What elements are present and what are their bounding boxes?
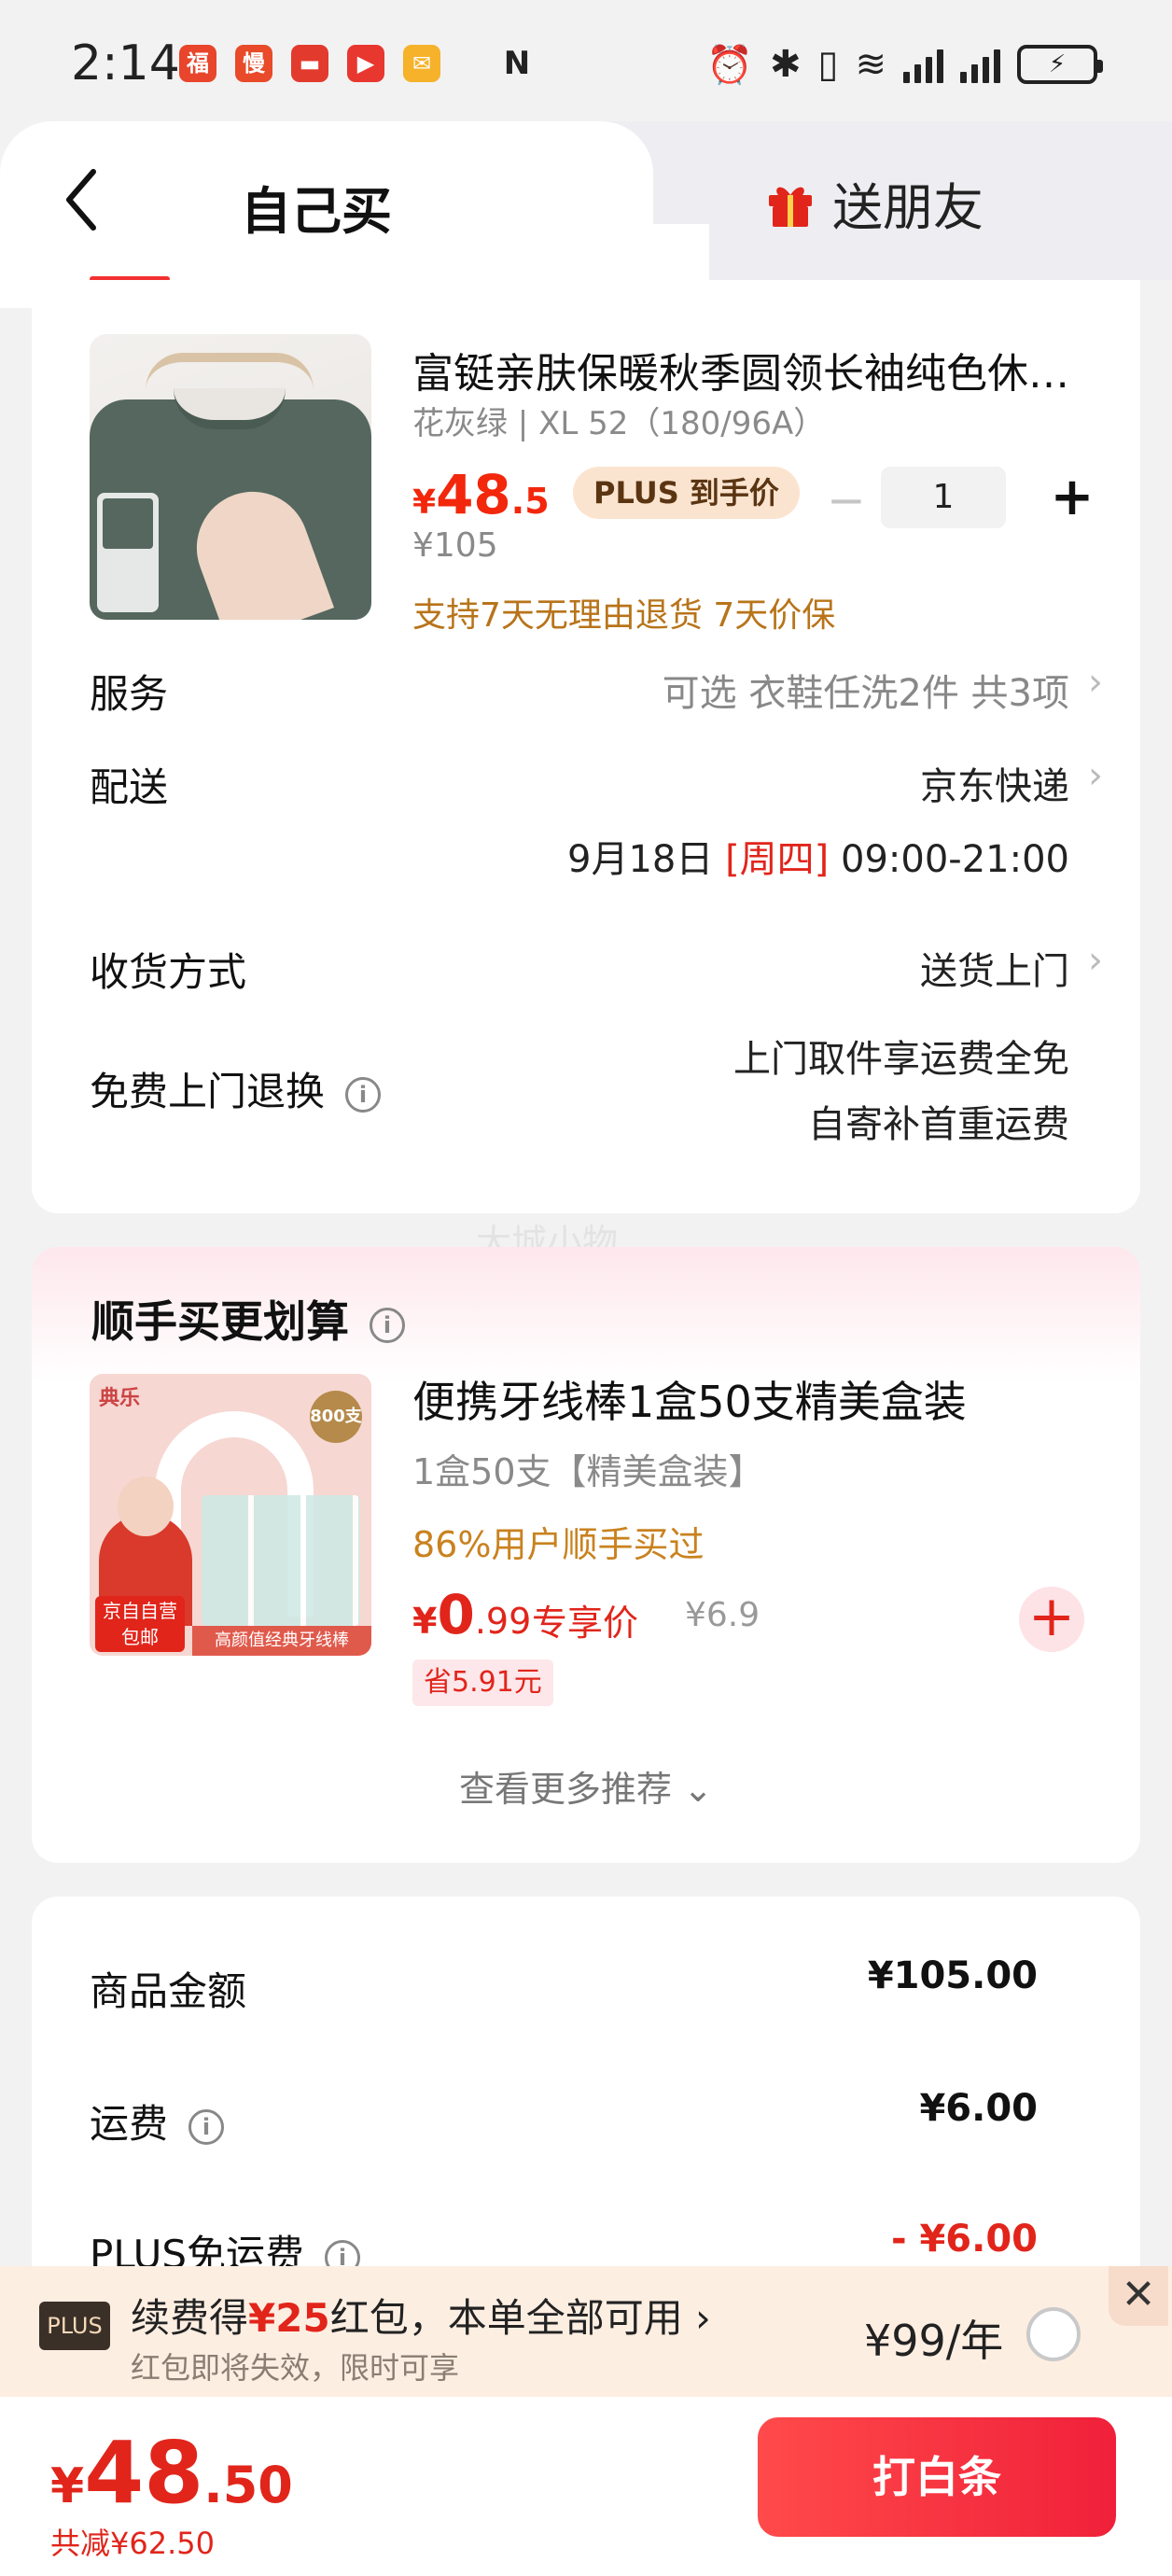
product-title[interactable]: 富铤亲肤保暖秋季圆领长袖纯色休闲针织衫 (412, 340, 1103, 399)
recommend-product-name[interactable]: 便携牙线棒1盒50支精美盒装 (412, 1368, 967, 1430)
signal-icon-2 (960, 46, 1000, 83)
tab-gift-label: 送朋友 (832, 178, 984, 237)
total-discount[interactable]: 共减¥62.50 (50, 2520, 215, 2563)
status-icons: ⏰ ✱ ▯ ≋ ⚡ (706, 41, 1103, 88)
gift-icon (769, 187, 812, 227)
service-value[interactable]: 可选 衣鞋任洗2件 共3项 (663, 663, 1069, 717)
more-recommendations-link[interactable]: 查看更多推荐 ⌄ (32, 1760, 1140, 1812)
info-icon[interactable]: i (370, 1307, 405, 1343)
service-chevron-icon[interactable]: › (1088, 661, 1103, 704)
free-return-details: 上门取件享运费全免 自寄补首重运费 (733, 1038, 1069, 1146)
recommend-title: 顺手买更划算 i (91, 1288, 405, 1350)
recommend-original-price: ¥6.9 (685, 1596, 760, 1634)
plus-renewal-radio[interactable] (1026, 2307, 1081, 2361)
alarm-icon: ⏰ (706, 43, 753, 87)
goods-amount-label: 商品金额 (90, 1968, 247, 2014)
status-time: 2:14 (71, 35, 180, 91)
close-icon[interactable]: ✕ (1109, 2266, 1168, 2326)
receive-method-label: 收货方式 (90, 949, 247, 995)
freight-value: ¥6.00 (919, 2087, 1038, 2130)
product-spec[interactable]: 花灰绿 | XL 52（180/96A） (412, 398, 825, 443)
receive-method-value[interactable]: 送货上门 (920, 941, 1069, 995)
delivery-chevron-icon[interactable]: › (1088, 754, 1103, 797)
delivery-date[interactable]: 9月18日 [周四] 09:00-21:00 (567, 829, 1069, 883)
service-label: 服务 (90, 671, 169, 717)
checkout-bar: ¥ 48 .50 共减¥62.50 打白条 (0, 2397, 1172, 2576)
plus-renewal-subtext: 红包即将失效，限时可享 (131, 2350, 460, 2386)
quantity-input[interactable]: 1 (881, 467, 1006, 528)
app-icon-5: ✉ (403, 45, 440, 82)
signal-icon-1 (903, 46, 943, 83)
app-icon-1: 福 (179, 45, 216, 82)
battery-charging-icon: ⚡ (1017, 45, 1103, 84)
recommend-card: 顺手买更划算 i 典乐 800支 京自自营 包邮 高颜值经典牙线棒 便携牙线棒1盒… (32, 1247, 1140, 1863)
app-icon-4: ▶ (347, 45, 384, 82)
tab-gift-friend[interactable]: 送朋友 (765, 166, 984, 240)
product-price: ¥ 48 .5 (412, 463, 550, 526)
vibrate-icon: ▯ (817, 43, 839, 86)
tab-self-buy-label: 自己买 (241, 182, 392, 241)
recommend-bought-ratio: 86%用户顺手买过 (412, 1524, 705, 1565)
status-bar: 2:14 福 慢 ▬ ▶ ✉ N ⏰ ✱ ▯ ≋ ⚡ (0, 0, 1172, 121)
purchase-tabs: 自己买 送朋友 (0, 121, 1172, 308)
nfc-icon: N (503, 45, 531, 82)
recommend-product-spec: 1盒50支【精美盒装】 (412, 1451, 764, 1492)
total-price: ¥ 48 .50 (50, 2423, 293, 2523)
recommend-save-badge: 省5.91元 (412, 1659, 553, 1706)
plus-logo: PLUS (39, 2302, 110, 2350)
info-icon[interactable]: i (345, 1076, 382, 1113)
quantity-decrease-button[interactable]: − (814, 472, 879, 534)
recommend-price: ¥ 0 .99 (412, 1583, 532, 1646)
goods-amount-value: ¥105.00 (867, 1954, 1038, 1997)
app-icon-3: ▬ (291, 45, 328, 82)
back-arrow-icon[interactable] (56, 162, 112, 237)
product-image[interactable] (90, 334, 371, 620)
info-icon[interactable]: i (188, 2108, 225, 2145)
wifi-icon: ≋ (855, 43, 886, 86)
original-price: ¥105 (412, 526, 498, 565)
app-icon-2: 慢 (235, 45, 272, 82)
order-product-card: 富铤亲肤保暖秋季圆领长袖纯色休闲针织衫 花灰绿 | XL 52（180/96A）… (32, 280, 1140, 1213)
pay-with-baitiao-button[interactable]: 打白条 (758, 2417, 1116, 2537)
plus-renewal-text[interactable]: 续费得¥25红包，本单全部可用 › (131, 2287, 711, 2344)
delivery-value[interactable]: 京东快递 (920, 756, 1069, 810)
plus-price-badge: PLUS 到手价 (573, 467, 800, 519)
quantity-increase-button[interactable]: + (1041, 470, 1103, 532)
plus-free-freight-value: - ¥6.00 (890, 2218, 1038, 2261)
delivery-label: 配送 (90, 764, 169, 810)
add-recommend-button[interactable]: + (1019, 1587, 1084, 1652)
freight-label: 运费 i (90, 2093, 225, 2149)
recommend-product-image[interactable]: 典乐 800支 京自自营 包邮 高颜值经典牙线棒 (90, 1374, 371, 1656)
exclusive-price-label: 专享价 (532, 1603, 639, 1644)
bluetooth-icon: ✱ (769, 43, 802, 86)
return-support-text: 支持7天无理由退货 7天价保 (412, 596, 836, 635)
plus-renewal-banner[interactable]: PLUS 续费得¥25红包，本单全部可用 › 红包即将失效，限时可享 ¥99/年… (0, 2266, 1172, 2397)
free-return-label: 免费上门退换 i (90, 1060, 382, 1117)
plus-renewal-price: ¥99/年 (864, 2316, 1004, 2366)
receive-chevron-icon[interactable]: › (1088, 939, 1103, 982)
